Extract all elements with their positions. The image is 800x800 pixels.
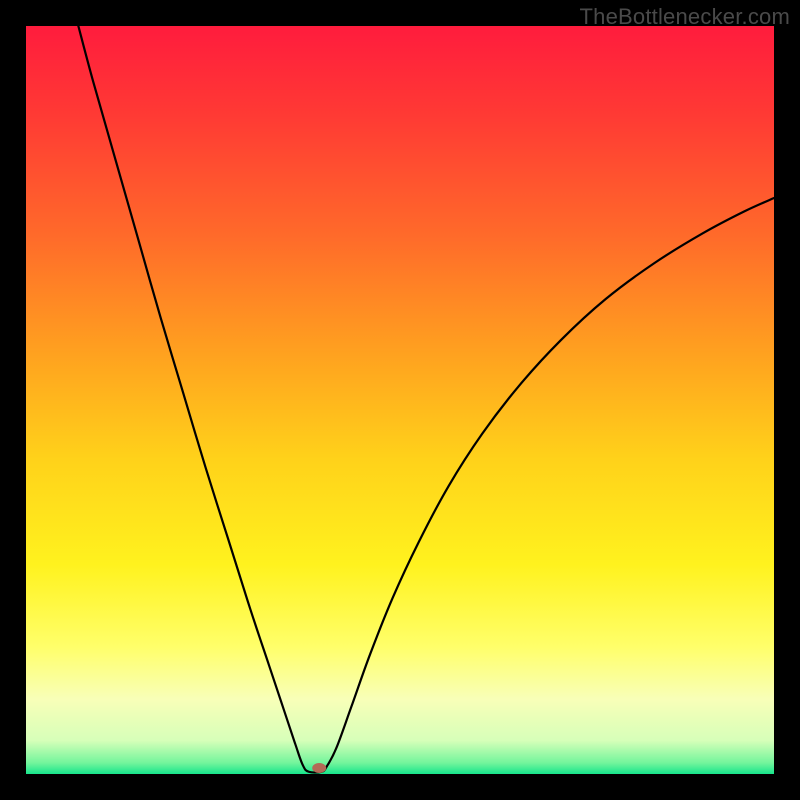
chart-frame: TheBottlenecker.com <box>0 0 800 800</box>
plot-background <box>26 26 774 774</box>
bottleneck-chart <box>0 0 800 800</box>
minimum-marker <box>312 763 326 773</box>
